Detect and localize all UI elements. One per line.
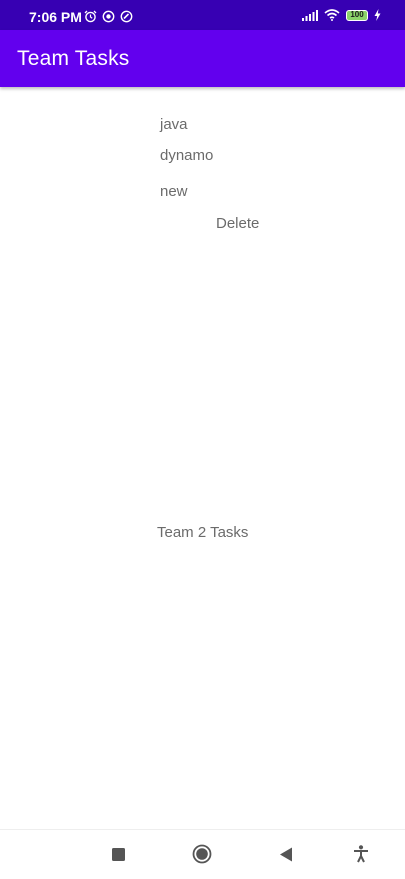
status-time: 7:06 PM xyxy=(29,9,82,25)
team-tasks-label: Team 2 Tasks xyxy=(157,524,249,541)
battery-level: 100 xyxy=(350,9,364,19)
battery-icon: 100 xyxy=(346,9,368,21)
home-circle-icon xyxy=(192,844,212,864)
data-saver-icon xyxy=(102,10,115,23)
home-button[interactable] xyxy=(192,844,212,864)
back-button[interactable] xyxy=(276,844,296,864)
accessibility-button[interactable] xyxy=(351,844,371,864)
task-item-new[interactable]: new xyxy=(160,183,188,200)
app-title: Team Tasks xyxy=(17,47,130,70)
wifi-icon xyxy=(324,9,340,21)
back-triangle-icon xyxy=(280,847,292,861)
recents-button[interactable] xyxy=(108,844,128,864)
alarm-icon xyxy=(84,10,97,23)
status-icons-right: 100 xyxy=(302,9,381,21)
task-item-java[interactable]: java xyxy=(160,116,188,133)
status-bar: 7:06 PM 100 xyxy=(0,0,405,30)
vpn-icon xyxy=(120,10,133,23)
navigation-bar xyxy=(0,829,405,879)
signal-icon xyxy=(302,9,318,21)
app-bar: Team Tasks xyxy=(0,30,405,87)
status-icons-left xyxy=(84,10,133,23)
task-item-dynamo[interactable]: dynamo xyxy=(160,147,213,164)
recents-square-icon xyxy=(111,847,125,861)
charging-icon xyxy=(374,9,381,21)
accessibility-icon xyxy=(354,845,368,863)
delete-button[interactable]: Delete xyxy=(216,215,259,232)
